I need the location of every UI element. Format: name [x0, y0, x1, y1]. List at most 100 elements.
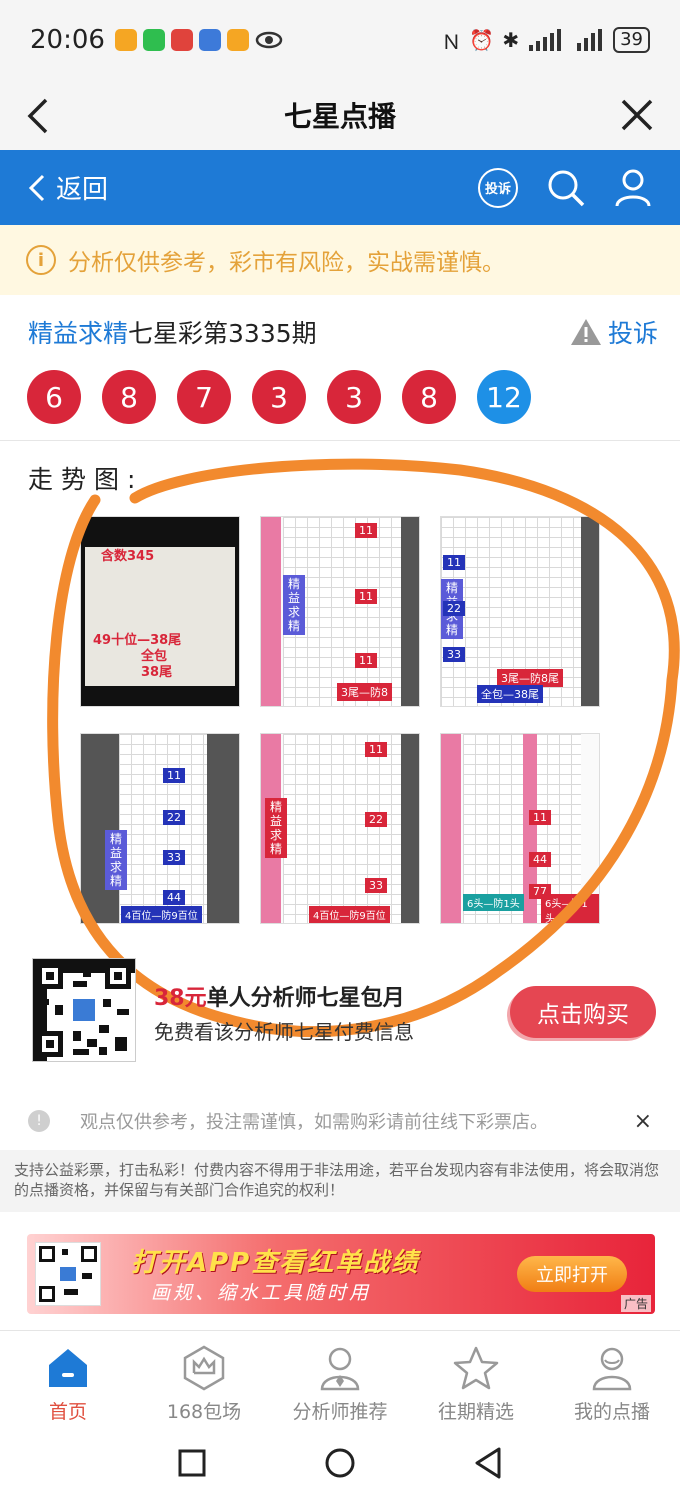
- thumbnail-tag: 11: [365, 742, 387, 757]
- crown-icon: [183, 1345, 225, 1391]
- thumbnail-tag: 22: [365, 812, 387, 827]
- tab-label: 首页: [48, 1401, 87, 1423]
- number-ball: 3: [327, 370, 381, 424]
- number-ball: 3: [252, 370, 306, 424]
- thumbnail-tag: 11: [355, 523, 377, 538]
- subscription-promo: 38元单人分析师七星包月 免费看该分析师七星付费信息 点击购买: [28, 958, 668, 1068]
- issue-title: 精益求精七星彩第3335期: [28, 314, 317, 350]
- header-actions: 投诉: [478, 167, 652, 208]
- tab-168[interactable]: 168包场: [136, 1331, 272, 1426]
- search-icon[interactable]: [546, 168, 586, 208]
- ad-subtitle: 画规、缩水工具随时用: [151, 1282, 372, 1304]
- divider: [0, 440, 680, 441]
- home-circle-icon[interactable]: [324, 1447, 356, 1479]
- thumbnail-edge: [581, 517, 599, 706]
- disclaimer-text: 观点仅供参考，投注需谨慎，如需购彩请前往线下彩票店。: [80, 1112, 548, 1133]
- close-icon[interactable]: [620, 98, 654, 132]
- alarm-icon: ⏰: [469, 28, 495, 52]
- risk-notice: i 分析仅供参考，彩市有风险，实战需谨慎。: [0, 225, 680, 295]
- app-notification-icon: [170, 29, 193, 51]
- close-disclaimer-button[interactable]: ×: [634, 1109, 652, 1134]
- bottom-tab-bar: 首页 168包场 分析师推荐 往期精选 我的点播: [0, 1330, 680, 1426]
- open-app-button[interactable]: 立即打开: [517, 1256, 627, 1292]
- thumbnail-text: 49十位—38尾: [93, 633, 182, 648]
- trend-thumbnail[interactable]: 11 44 77 6头—防1头 6头—防1头: [440, 733, 600, 924]
- number-ball: 8: [102, 370, 156, 424]
- status-app-icons: [114, 29, 283, 51]
- ad-qr-graphic: [39, 1246, 97, 1302]
- thumbnail-tag: 11: [163, 768, 185, 783]
- app-notification-icon: [226, 29, 249, 51]
- thumbnail-sidebar: [441, 734, 461, 923]
- thumbnail-footer: 3尾—防8: [337, 683, 392, 701]
- thumbnail-sidebar: [261, 517, 281, 706]
- thumbnail-tag: 11: [443, 555, 465, 570]
- trend-thumbnail[interactable]: 精益求精 11 22 33 4百位—防9百位: [260, 733, 420, 924]
- status-indicators: Ｎ ⏰ ✱ 39: [441, 26, 650, 55]
- signal-icon: [529, 29, 562, 51]
- tab-analyst-recommend[interactable]: 分析师推荐: [272, 1331, 408, 1426]
- info-icon: !: [28, 1110, 50, 1132]
- back-arrow-icon[interactable]: [24, 98, 52, 134]
- thumbnail-tag: 44: [163, 890, 185, 905]
- analyst-name[interactable]: 精益求精: [28, 319, 128, 348]
- thumbnail-edge: [401, 734, 419, 923]
- tab-label: 我的点播: [573, 1401, 650, 1423]
- thumbnail-grid: [283, 734, 401, 923]
- thumbnail-tag: 33: [443, 647, 465, 662]
- tab-home[interactable]: 首页: [0, 1331, 136, 1426]
- trend-thumbnail[interactable]: 精益求精 11 22 33 3尾—防8尾 全包—38尾: [440, 516, 600, 707]
- title-bar: 七星点播: [0, 80, 680, 150]
- trend-label: 走势图:: [28, 465, 144, 494]
- eye-icon: [255, 31, 283, 49]
- tab-label: 分析师推荐: [292, 1401, 388, 1423]
- thumbnail-footer: 6头—防1头: [463, 894, 524, 911]
- thumbnail-tag: 11: [355, 653, 377, 668]
- tab-my-orders[interactable]: 我的点播: [544, 1331, 680, 1426]
- back-icon[interactable]: [28, 174, 46, 202]
- promo-description: 免费看该分析师七星付费信息: [154, 1020, 414, 1044]
- legal-notice: 支持公益彩票，打击私彩！付费内容不得用于非法用途，若平台发现内容有非法使用，将会…: [0, 1150, 680, 1212]
- star-icon: [453, 1346, 499, 1390]
- system-nav-bar: [0, 1426, 680, 1500]
- app-ad-banner[interactable]: 打开APP查看红单战绩 画规、缩水工具随时用 立即打开 广告: [27, 1234, 655, 1314]
- nfc-icon: Ｎ: [441, 29, 462, 54]
- ad-tag: 广告: [620, 1295, 651, 1312]
- back-triangle-icon[interactable]: [474, 1447, 502, 1479]
- thumbnail-footer: 全包—38尾: [477, 685, 543, 703]
- recents-icon[interactable]: [178, 1449, 206, 1477]
- battery-indicator: 39: [613, 27, 650, 53]
- analyst-icon: [320, 1347, 360, 1391]
- user-icon[interactable]: [614, 168, 652, 208]
- draw-numbers: 6 8 7 3 3 8 12: [27, 370, 531, 424]
- complain-button[interactable]: 投诉: [478, 167, 518, 208]
- report-label: 投诉: [607, 319, 658, 348]
- qr-code: [32, 958, 136, 1062]
- status-bar: 20:06 Ｎ ⏰ ✱ 39: [0, 0, 680, 80]
- signal-icon: [577, 29, 603, 51]
- trend-thumbnail[interactable]: 含数345 49十位—38尾 全包 38尾: [80, 516, 240, 707]
- thumbnail-footer: 4百位—防9百位: [121, 906, 202, 923]
- thumbnail-tag: 44: [529, 852, 551, 867]
- thumbnail-vertical-label: 精益求精: [265, 798, 287, 858]
- thumbnail-vertical-label: 精益求精: [105, 830, 127, 890]
- number-ball: 8: [402, 370, 456, 424]
- back-button[interactable]: 返回: [56, 169, 108, 206]
- trend-thumbnail[interactable]: 精益求精 11 22 33 44 4百位—防9百位: [80, 733, 240, 924]
- thumbnail-tag: 33: [163, 850, 185, 865]
- report-button[interactable]: 投诉: [570, 314, 658, 350]
- trend-thumbnail[interactable]: 精益求精 11 11 11 3尾—防8: [260, 516, 420, 707]
- app-notification-icon: [114, 29, 137, 51]
- thumbnail-tag: 22: [163, 810, 185, 825]
- thumbnail-edge: [401, 517, 419, 706]
- tab-past-picks[interactable]: 往期精选: [408, 1331, 544, 1426]
- wechat-icon: [142, 29, 165, 51]
- profile-icon: [592, 1347, 632, 1391]
- buy-button[interactable]: 点击购买: [510, 986, 656, 1038]
- tab-label: 168包场: [166, 1401, 242, 1423]
- number-ball: 6: [27, 370, 81, 424]
- thumbnail-text: 38尾: [141, 665, 173, 680]
- thumbnail-footer: 6头—防1头: [541, 894, 599, 923]
- special-number-ball: 12: [477, 370, 531, 424]
- ad-title: 打开APP查看红单战绩: [131, 1248, 420, 1278]
